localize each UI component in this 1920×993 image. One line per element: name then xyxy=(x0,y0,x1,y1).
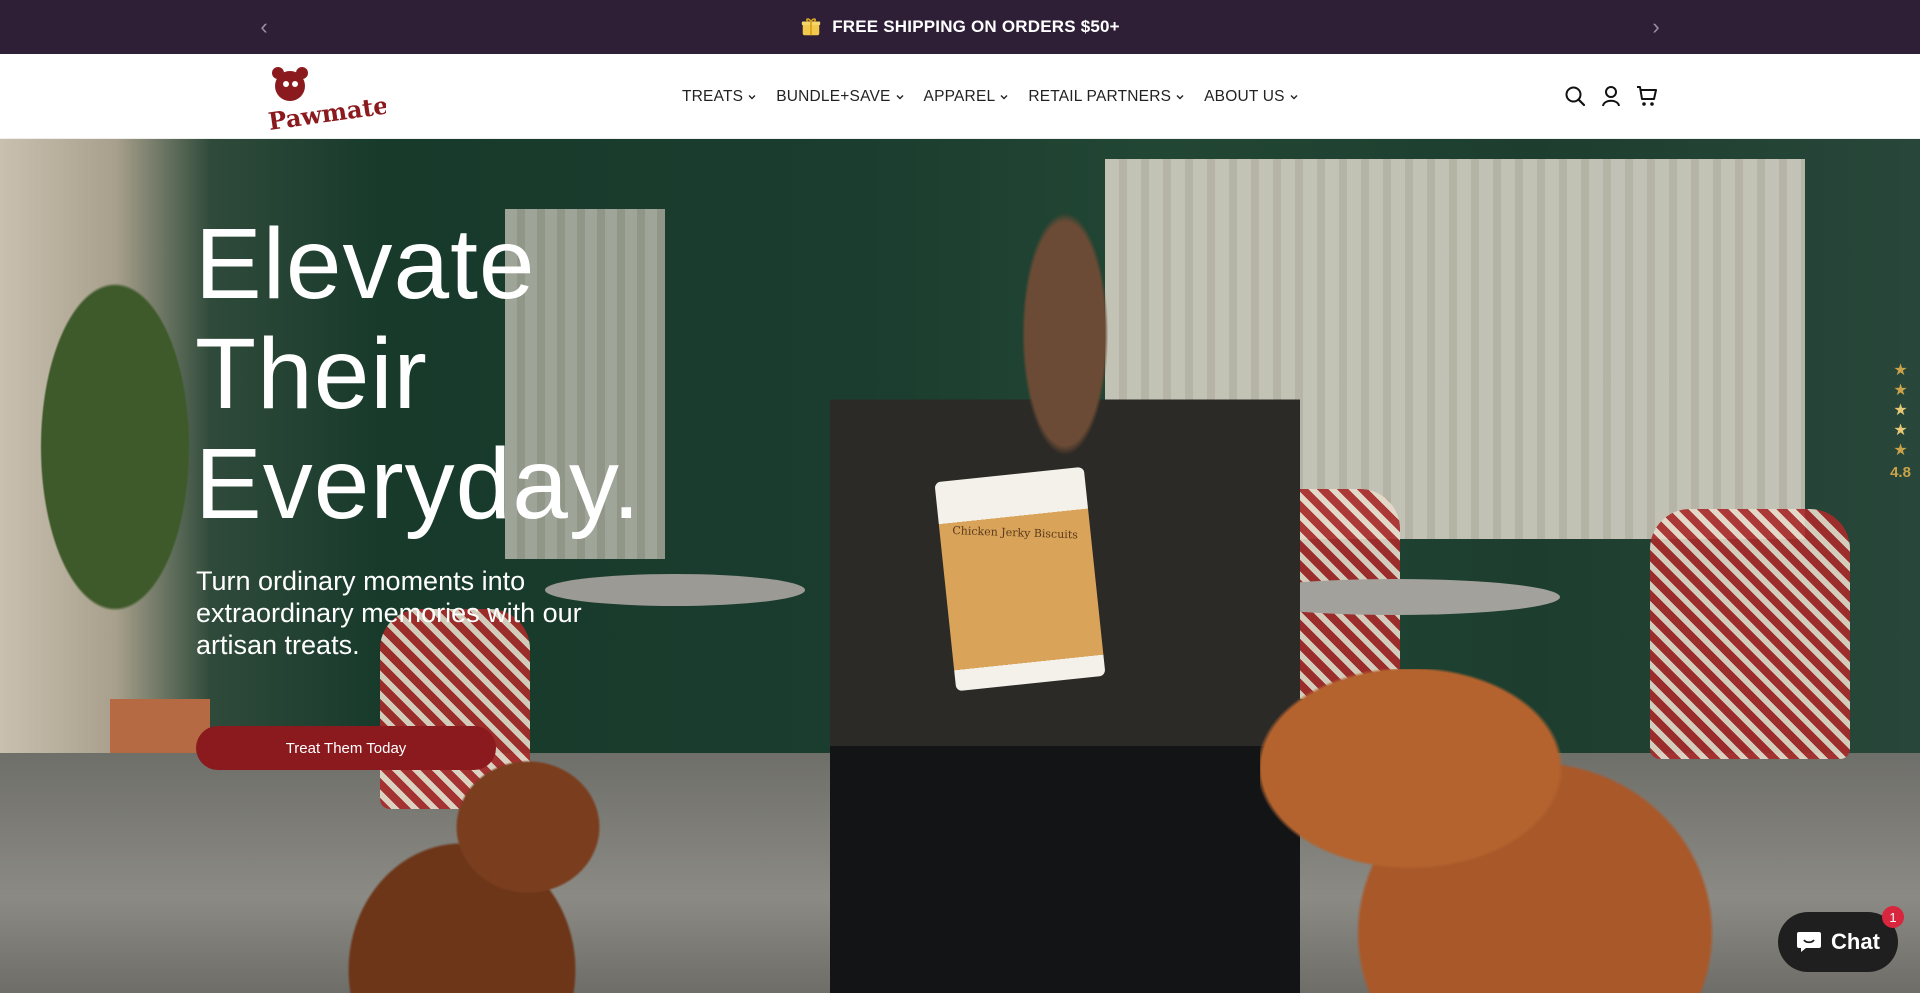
product-bag-label: Chicken Jerky Biscuits xyxy=(952,524,1079,542)
hero-title-line: Everyday. xyxy=(195,428,642,540)
nav-item-treats[interactable]: TREATS xyxy=(682,88,757,106)
hero-banner: Chicken Jerky Biscuits Elevate Their Eve… xyxy=(0,139,1920,993)
nav-item-label: ABOUT US xyxy=(1204,87,1285,105)
hero-image-dog xyxy=(330,749,660,993)
nav-item-about-us[interactable]: ABOUT US xyxy=(1204,88,1299,106)
reviews-widget[interactable]: ★ ★ ★ ★ ★ 4.8 xyxy=(1881,362,1920,481)
chevron-right-icon[interactable]: › xyxy=(1642,13,1670,41)
hero-image-product-bag: Chicken Jerky Biscuits xyxy=(934,466,1106,692)
chat-notification-badge: 1 xyxy=(1882,906,1904,928)
chevron-down-icon xyxy=(748,94,756,99)
chevron-down-icon xyxy=(1290,94,1298,99)
star-icon: ★ xyxy=(1893,442,1908,459)
search-icon[interactable] xyxy=(1564,84,1586,108)
announcement-text: FREE SHIPPING ON ORDERS $50+ xyxy=(832,17,1120,36)
star-icon: ★ xyxy=(1893,382,1908,399)
chevron-down-icon xyxy=(896,94,904,99)
chevron-down-icon xyxy=(1176,94,1184,99)
header-icons xyxy=(1564,84,1658,108)
nav-item-apparel[interactable]: APPAREL xyxy=(924,88,1010,106)
nav-item-retail-partners[interactable]: RETAIL PARTNERS xyxy=(1028,88,1185,106)
hero-image-dog xyxy=(1260,669,1760,993)
treat-them-today-button[interactable]: Treat Them Today xyxy=(196,726,496,770)
star-rating: ★ ★ ★ ★ ★ xyxy=(1889,362,1911,460)
star-icon: ★ xyxy=(1893,402,1908,419)
review-score: 4.8 xyxy=(1890,464,1911,481)
nav-item-label: APPAREL xyxy=(923,87,996,105)
cart-icon[interactable] xyxy=(1636,84,1658,108)
nav-item-label: TREATS xyxy=(682,87,744,105)
pawmate-logo[interactable]: Pawmate xyxy=(266,64,386,130)
star-icon: ★ xyxy=(1893,362,1908,379)
chevron-down-icon xyxy=(1000,94,1008,99)
star-icon: ★ xyxy=(1893,422,1908,439)
hero-title: Elevate Their Everyday. xyxy=(195,209,755,539)
nav-item-label: BUNDLE+SAVE xyxy=(776,87,891,105)
chat-label: Chat xyxy=(1831,929,1880,954)
gift-icon xyxy=(802,18,821,36)
account-icon[interactable] xyxy=(1600,84,1622,108)
chevron-left-icon[interactable]: ‹ xyxy=(250,13,278,41)
announcement-message: FREE SHIPPING ON ORDERS $50+ xyxy=(800,16,1120,38)
chat-bubble-icon xyxy=(1797,932,1822,952)
hero-title-line: Their xyxy=(195,318,428,430)
nav-item-bundle-save[interactable]: BUNDLE+SAVE xyxy=(776,88,904,106)
hero-title-line: Elevate xyxy=(195,208,536,320)
nav-item-label: RETAIL PARTNERS xyxy=(1028,87,1172,105)
announcement-bar: ‹ FREE SHIPPING ON ORDERS $50+ › xyxy=(0,0,1920,54)
hero-subtitle: Turn ordinary moments into extraordinary… xyxy=(196,566,582,660)
main-nav: TREATS BUNDLE+SAVE APPAREL RETAIL PARTNE… xyxy=(682,54,1299,139)
site-header: Pawmate TREATS BUNDLE+SAVE APPAREL RETAI… xyxy=(0,54,1920,139)
chat-button[interactable]: Chat 1 xyxy=(1778,906,1904,972)
